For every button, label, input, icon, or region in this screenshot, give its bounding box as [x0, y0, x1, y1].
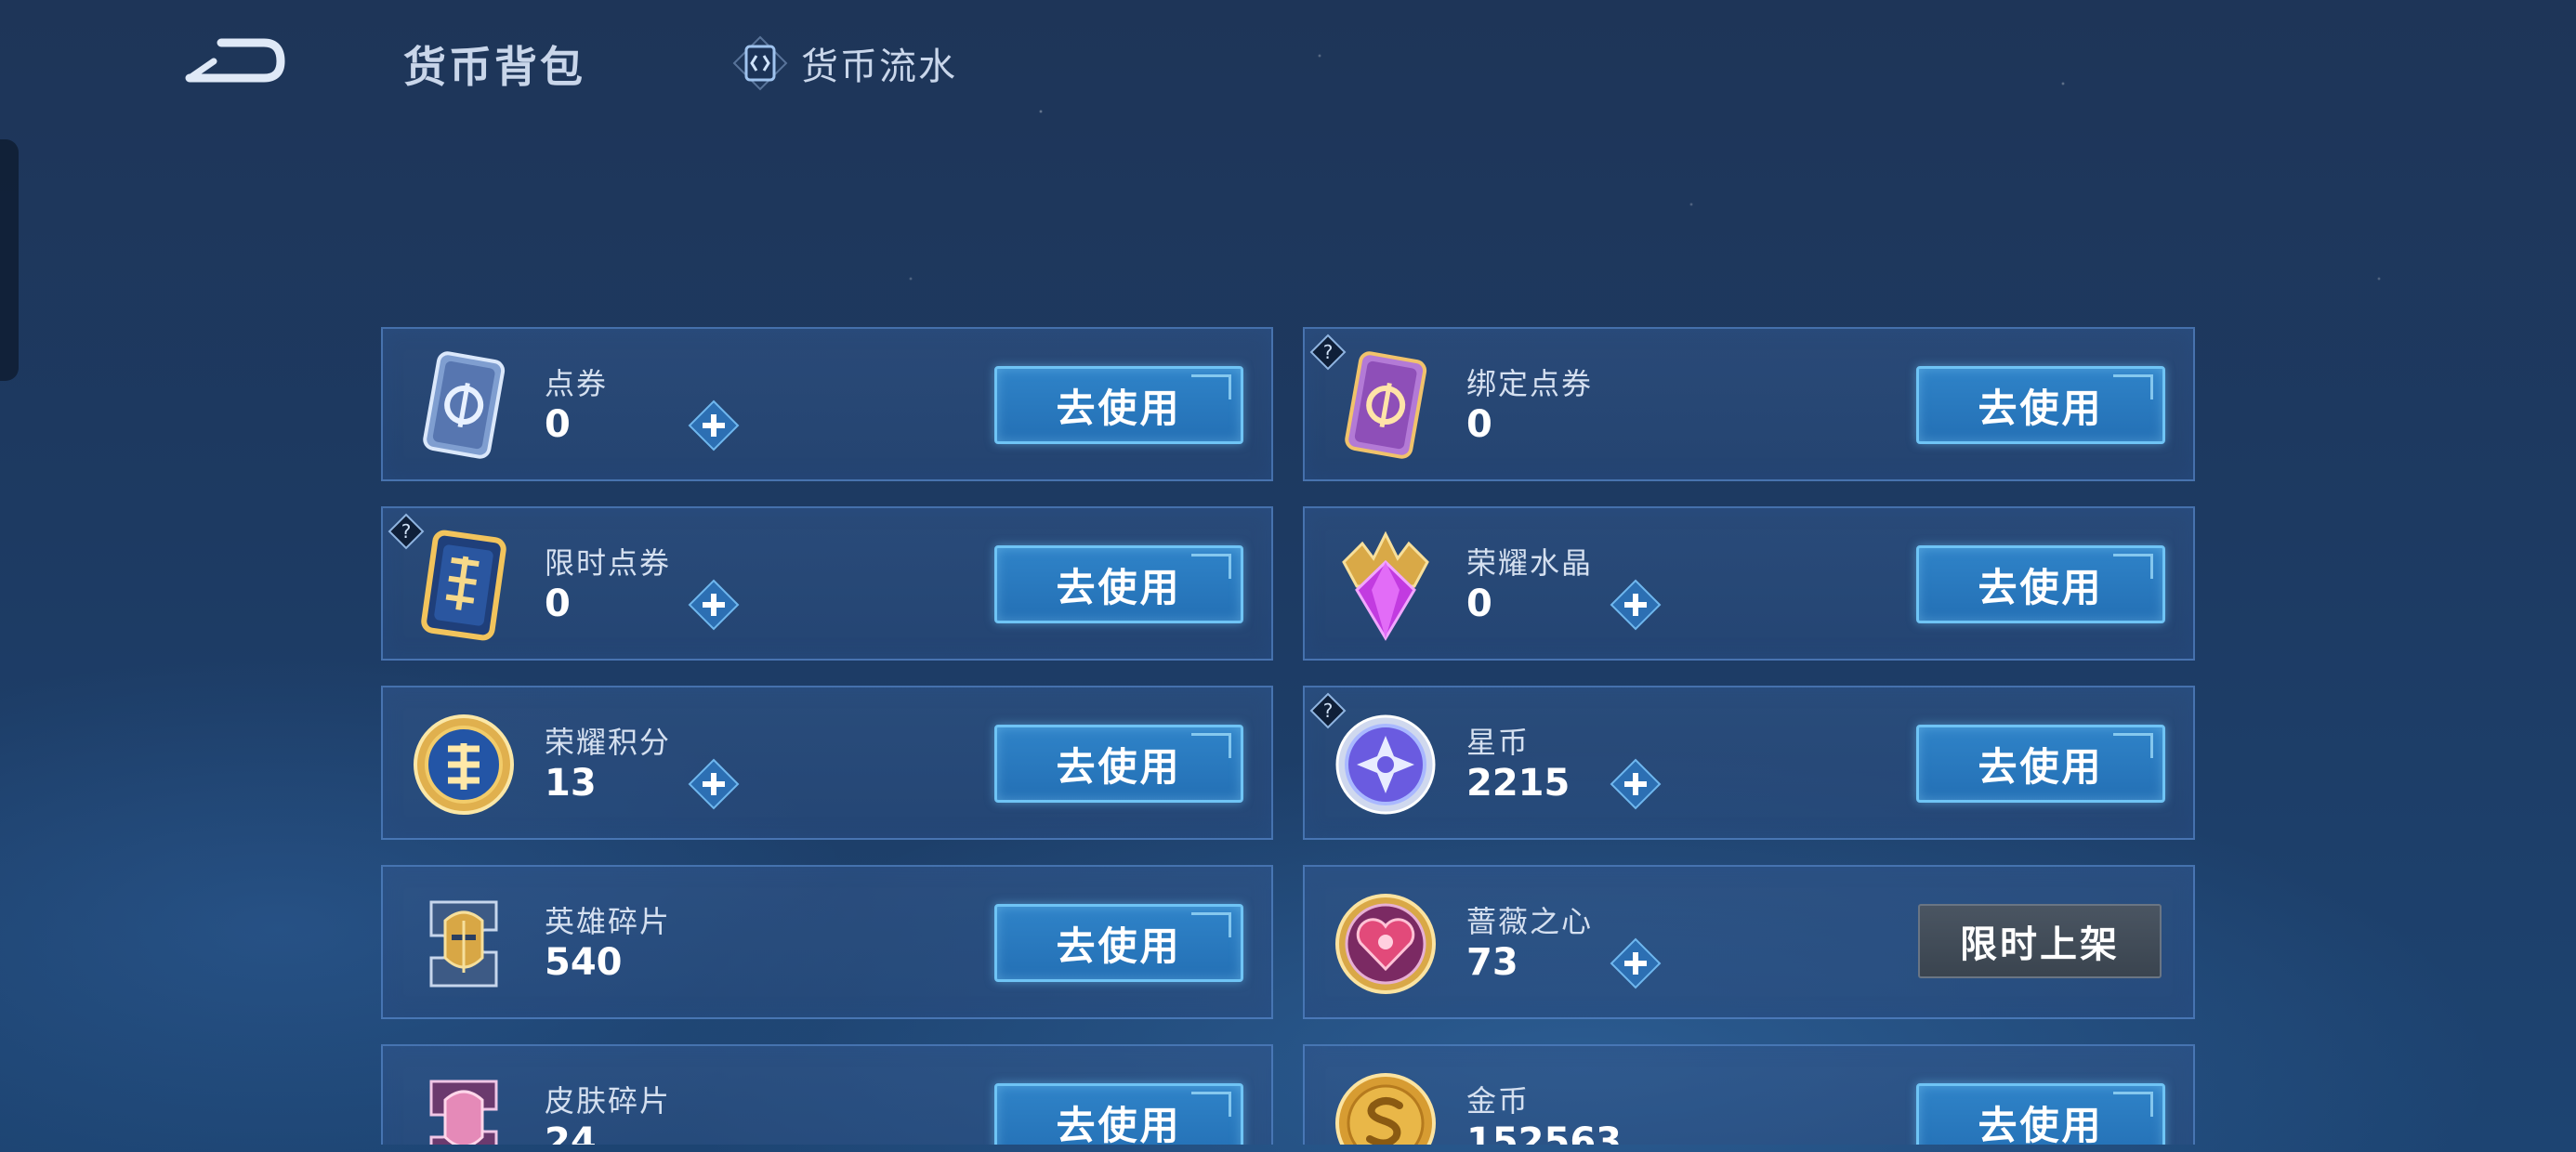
glory-points-icon — [414, 714, 514, 815]
currency-name: 蔷薇之心 — [1466, 904, 1594, 939]
gold-coin-icon — [1335, 1073, 1436, 1145]
currency-name: 点券 — [545, 366, 609, 401]
rose-heart-icon — [1335, 894, 1436, 994]
limited-coupon-icon — [421, 530, 506, 641]
use-button[interactable]: 去使用 — [1916, 1083, 2165, 1145]
glory-crystal-icon — [1342, 530, 1429, 641]
currency-amount: 13 — [545, 762, 597, 805]
currency-amount: 0 — [1466, 583, 1492, 625]
add-coupon-plus-icon[interactable] — [686, 398, 742, 453]
currency-amount: 540 — [545, 941, 623, 984]
use-button[interactable]: 去使用 — [1916, 366, 2165, 444]
currency-amount: 24 — [545, 1120, 597, 1145]
use-button[interactable]: 去使用 — [1916, 545, 2165, 623]
currency-card-hero-fragment: 英雄碎片 540 去使用 — [381, 865, 1273, 1019]
currency-name: 金币 — [1466, 1083, 1531, 1119]
use-button[interactable]: 去使用 — [994, 1083, 1243, 1145]
add-glory-crystal-plus-icon[interactable] — [1608, 577, 1663, 633]
use-button[interactable]: 去使用 — [994, 366, 1243, 444]
currency-name: 英雄碎片 — [545, 904, 672, 939]
add-rose-heart-plus-icon[interactable] — [1608, 936, 1663, 991]
hero-fragment-icon — [429, 900, 498, 988]
back-button[interactable] — [182, 33, 290, 91]
limited-time-button[interactable]: 限时上架 — [1918, 904, 2162, 978]
currency-card-skin-fragment: 皮肤碎片 24 去使用 — [381, 1044, 1273, 1145]
currency-amount: 2215 — [1466, 762, 1571, 805]
add-star-coin-plus-icon[interactable] — [1608, 756, 1663, 812]
add-limited-coupon-plus-icon[interactable] — [686, 577, 742, 633]
use-button[interactable]: 去使用 — [994, 545, 1243, 623]
currency-card-coupon: 点券 0 去使用 — [381, 327, 1273, 481]
currency-card-bound-coupon: ? 绑定点券 0 去使用 — [1303, 327, 2195, 481]
currency-amount: 152563 — [1466, 1120, 1622, 1145]
currency-flow-label: 货币流水 — [801, 46, 957, 88]
currency-card-glory-points: 荣耀积分 13 去使用 — [381, 686, 1273, 840]
currency-amount: 73 — [1466, 941, 1518, 984]
currency-amount: 0 — [545, 403, 571, 446]
currency-card-glory-crystal: 荣耀水晶 0 去使用 — [1303, 506, 2195, 661]
use-button[interactable]: 去使用 — [994, 725, 1243, 803]
currency-name: 荣耀积分 — [545, 725, 672, 760]
bound-coupon-ticket-icon — [1345, 351, 1427, 459]
use-button[interactable]: 去使用 — [994, 904, 1243, 982]
currency-amount: 0 — [545, 583, 571, 625]
skin-fragment-icon — [429, 1080, 498, 1145]
currency-amount: 0 — [1466, 403, 1492, 446]
use-button[interactable]: 去使用 — [1916, 725, 2165, 803]
back-arrow-icon — [185, 38, 285, 83]
star-coin-icon — [1335, 714, 1436, 815]
coupon-ticket-icon — [423, 351, 506, 459]
currency-card-gold-coin: 金币 152563 去使用 — [1303, 1044, 2195, 1145]
currency-card-rose-heart: 蔷薇之心 73 限时上架 — [1303, 865, 2195, 1019]
currency-name: 星币 — [1466, 725, 1531, 760]
currency-grid: 点券 0 去使用 ? 绑定点券 0 去使用 ? 限时点券 0 去使用 荣耀水晶 … — [381, 327, 2195, 1145]
currency-card-star-coin: ? 星币 2215 去使用 — [1303, 686, 2195, 840]
currency-flow-link[interactable]: 货币流水 — [730, 33, 957, 93]
side-edge-tab[interactable] — [0, 139, 19, 381]
add-glory-points-plus-icon[interactable] — [686, 756, 742, 812]
currency-card-limited-coupon: ? 限时点券 0 去使用 — [381, 506, 1273, 661]
currency-name: 荣耀水晶 — [1466, 545, 1594, 581]
page-title: 货币背包 — [403, 42, 585, 92]
currency-name: 皮肤碎片 — [545, 1083, 672, 1119]
currency-name: 限时点券 — [545, 545, 672, 581]
currency-name: 绑定点券 — [1466, 366, 1594, 401]
currency-flow-icon — [732, 35, 788, 91]
